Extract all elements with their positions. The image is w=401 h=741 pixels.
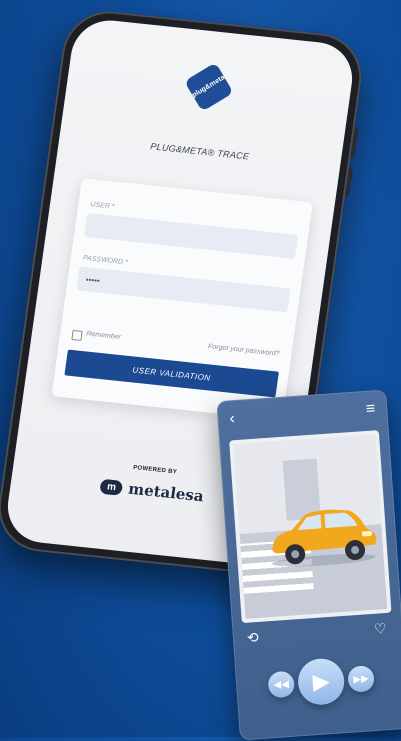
playback-controls: ◀◀ ▶ ▶▶	[235, 651, 401, 713]
user-validation-button[interactable]: USER VALIDATION	[64, 349, 279, 398]
user-label: USER *	[89, 201, 115, 211]
player-top-bar: ‹ ≡	[229, 400, 376, 428]
repeat-icon[interactable]: ⟲	[246, 629, 259, 647]
phone-volume-up	[350, 127, 359, 158]
car-illustration	[271, 509, 377, 567]
remember-label: Remember	[85, 330, 122, 341]
rewind-icon[interactable]: ◀◀	[267, 670, 296, 699]
remember-checkbox[interactable]	[71, 329, 83, 341]
forgot-password-link[interactable]: Forgot your password?	[208, 343, 280, 357]
video-player-card: ‹ ≡ ⟲ ♡ ◀◀ ▶ ▶▶	[216, 389, 401, 741]
login-card: USER * PASSWORD * Remember Forgot your p…	[51, 178, 313, 421]
password-input[interactable]	[76, 266, 291, 313]
user-input[interactable]	[83, 212, 299, 259]
player-actions: ⟲ ♡	[232, 619, 401, 651]
video-thumbnail	[229, 430, 392, 624]
password-label: PASSWORD *	[82, 254, 129, 267]
app-logo-text: plug&meta	[191, 74, 227, 100]
brand-mark-icon: m	[99, 478, 124, 496]
chevron-left-icon[interactable]: ‹	[229, 410, 236, 428]
heart-icon[interactable]: ♡	[373, 620, 387, 638]
play-icon[interactable]: ▶	[296, 657, 346, 707]
fast-forward-icon[interactable]: ▶▶	[347, 665, 375, 693]
app-title: PLUG&META® TRACE	[149, 141, 250, 162]
hamburger-menu-icon[interactable]: ≡	[365, 400, 376, 419]
phone-volume-down	[344, 167, 354, 198]
app-logo: plug&meta	[184, 62, 234, 112]
brand-name: metalesa	[127, 479, 205, 506]
